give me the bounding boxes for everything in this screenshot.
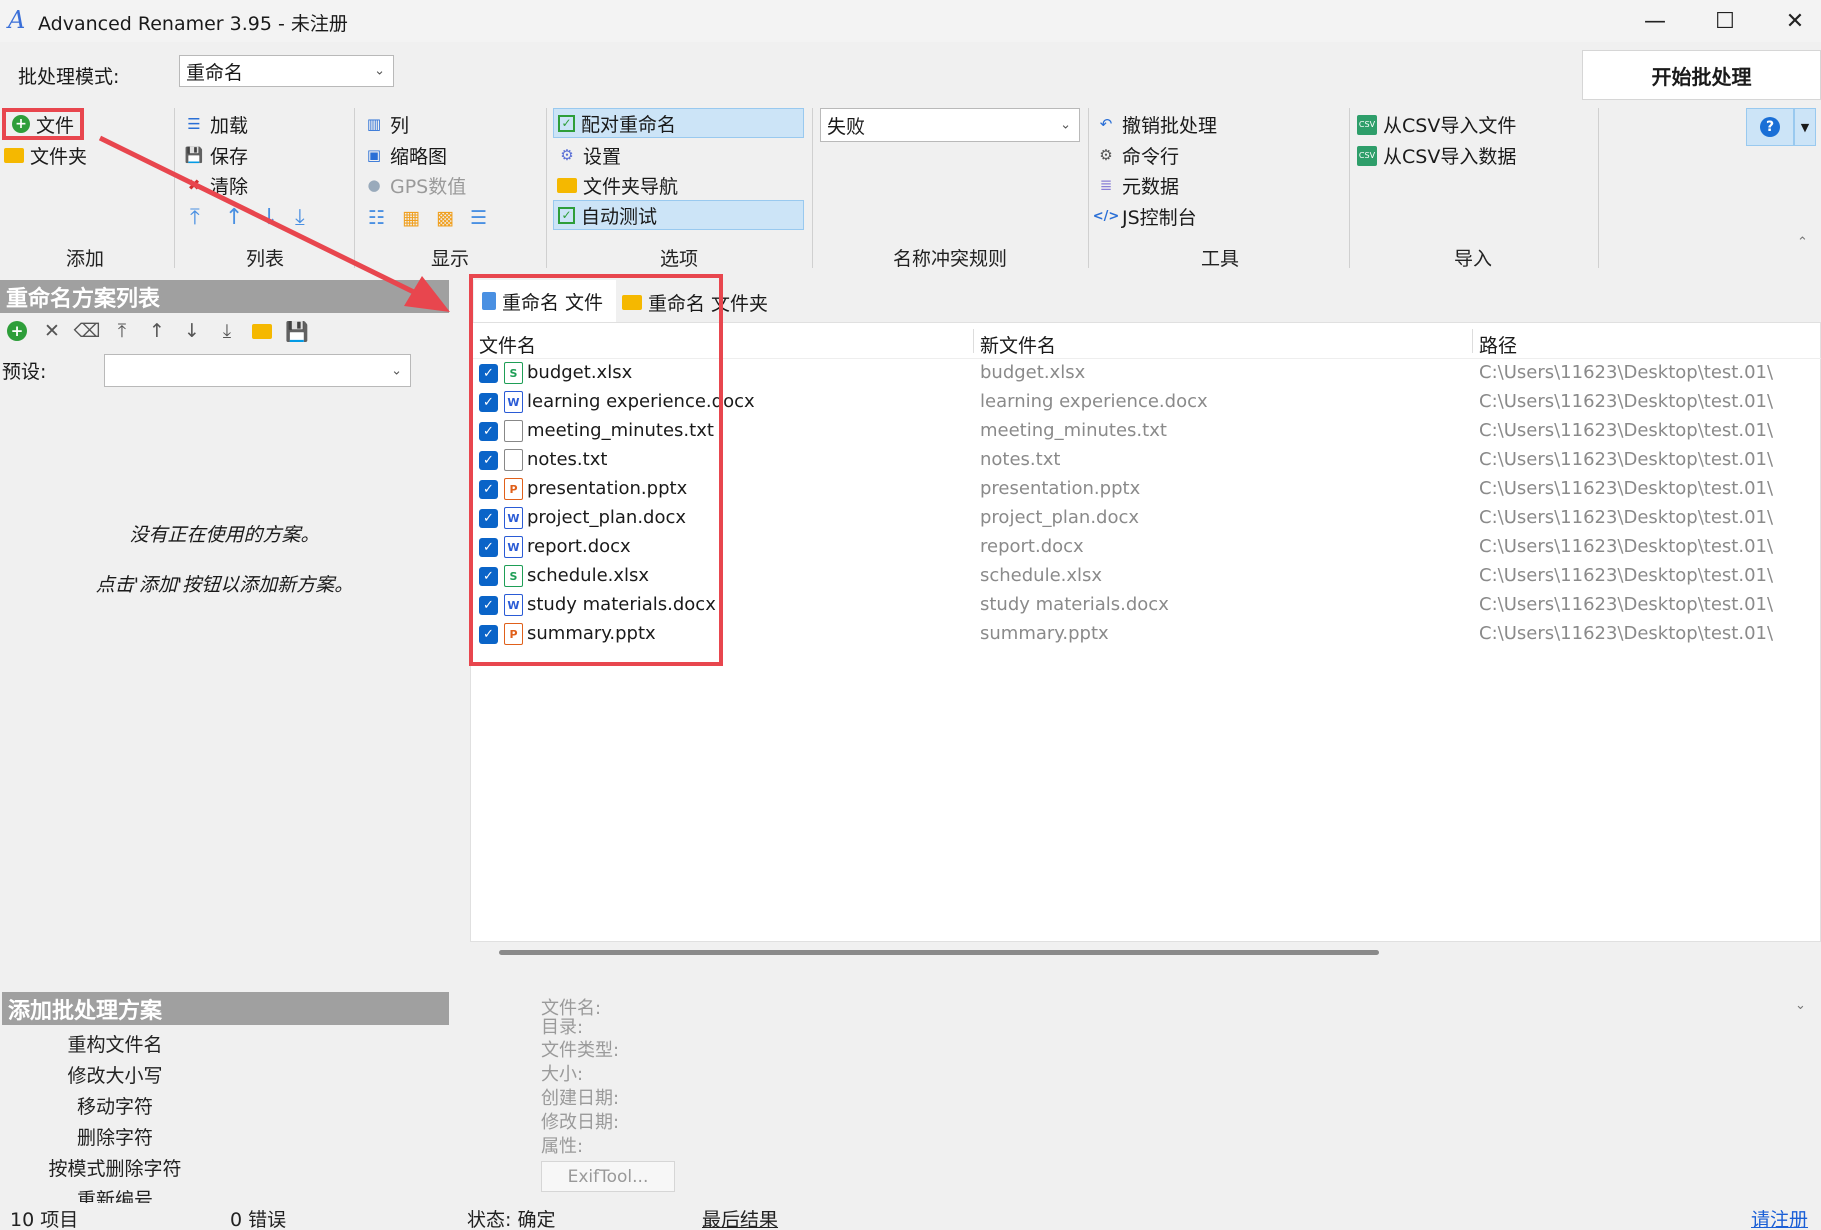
add-method-item[interactable]: 修改大小写 [0,1061,230,1088]
add-method-item[interactable]: 移动字符 [0,1092,230,1119]
info-attributes-label: 属性: [541,1136,584,1157]
expand-panel-icon[interactable]: ⌄ [1795,998,1806,1013]
status-items-count: 10 项目 [10,1209,79,1230]
register-link[interactable]: 请注册 [1751,1205,1808,1230]
annotation-arrow [98,135,450,312]
last-result-link[interactable]: 最后结果 [702,1205,778,1230]
add-method-item[interactable]: 按模式删除字符 [0,1154,230,1181]
info-filetype-label: 文件类型: [541,1040,620,1061]
add-method-item[interactable]: 重新编号 [0,1185,230,1203]
exiftool-button[interactable]: ExifTool... [541,1161,675,1192]
add-method-header: 添加批处理方案 [2,992,449,1025]
info-created-label: 创建日期: [541,1088,620,1109]
status-state: 状态: 确定 [467,1209,556,1230]
add-method-item[interactable]: 删除字符 [0,1123,230,1150]
app-window: A Advanced Renamer 3.95 - 未注册 — ☐ ✕ 批处理模… [0,0,1821,1230]
info-size-label: 大小: [541,1064,584,1085]
status-errors-count: 0 错误 [230,1209,287,1230]
add-method-item[interactable]: 重构文件名 [0,1030,230,1057]
info-modified-label: 修改日期: [541,1112,620,1133]
